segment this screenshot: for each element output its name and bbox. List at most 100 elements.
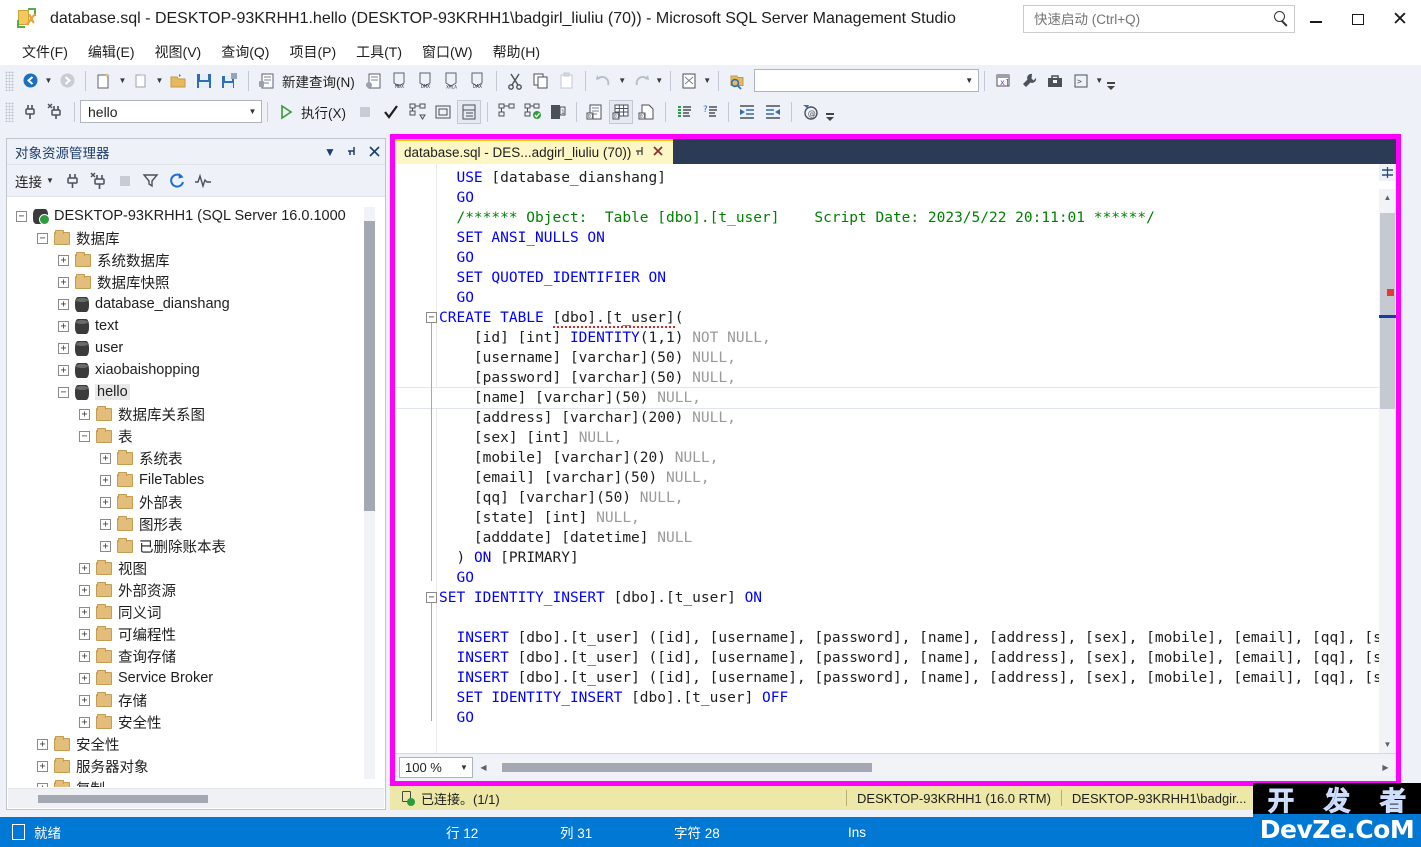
tree-node[interactable]: + 查询存储 xyxy=(8,645,370,667)
tree-node[interactable]: + 可编程性 xyxy=(8,623,370,645)
execute-icon[interactable] xyxy=(274,100,298,124)
editor-split-handle[interactable] xyxy=(1379,164,1396,181)
tree-node[interactable]: + 同义词 xyxy=(8,601,370,623)
include-actual-plan-icon[interactable] xyxy=(457,99,481,124)
code-line[interactable]: ) ON [PRIMARY] xyxy=(395,548,1379,568)
tree-node[interactable]: + 系统表 xyxy=(8,447,370,469)
expand-icon[interactable]: + xyxy=(79,628,90,640)
save-all-icon[interactable] xyxy=(218,69,242,93)
expand-icon[interactable]: + xyxy=(79,606,90,618)
expand-icon[interactable]: + xyxy=(100,474,111,486)
code-editor-area[interactable]: USE [database_dianshang] GO /****** Obje… xyxy=(395,164,1396,781)
xml-editor-icon[interactable]: x] xyxy=(991,69,1015,93)
expand-icon[interactable]: + xyxy=(79,650,90,662)
tree-node[interactable]: + 系统数据库 xyxy=(8,249,370,271)
collapse-icon[interactable]: − xyxy=(58,386,69,398)
code-line[interactable]: [address] [varchar](200) NULL, xyxy=(395,408,1379,428)
editor-horizontal-scrollbar[interactable]: ◀ ▶ xyxy=(475,759,1394,776)
connect-object-explorer-icon[interactable] xyxy=(60,169,86,193)
code-line[interactable]: INSERT [dbo].[t_user] ([id], [username],… xyxy=(395,648,1379,668)
new-analysis-query-icon[interactable] xyxy=(362,69,386,93)
tree-node[interactable]: + user xyxy=(8,337,370,359)
tree-node[interactable]: + 安全性 xyxy=(8,711,370,733)
code-line[interactable]: GO xyxy=(395,708,1379,728)
code-line[interactable]: USE [database_dianshang] xyxy=(395,168,1379,188)
collapse-icon[interactable]: − xyxy=(16,210,27,222)
tree-node[interactable]: + 图形表 xyxy=(8,513,370,535)
find-icon[interactable] xyxy=(725,69,749,93)
menu-item-query[interactable]: 查询(Q) xyxy=(211,40,279,64)
new-item-dropdown-icon[interactable]: ▼ xyxy=(154,69,165,93)
chevron-down-icon[interactable]: ▼ xyxy=(46,176,54,185)
oe-connect-button[interactable]: 连接 ▼ xyxy=(15,171,54,191)
code-line[interactable]: SET ANSI_NULLS ON xyxy=(395,228,1379,248)
chevron-down-icon[interactable]: ▼ xyxy=(456,763,472,772)
new-mdx-query-icon[interactable]: MDX xyxy=(388,69,412,93)
expand-icon[interactable]: + xyxy=(79,562,90,574)
code-line[interactable]: [email] [varchar](50) NULL, xyxy=(395,468,1379,488)
code-scroll-region[interactable]: USE [database_dianshang] GO /****** Obje… xyxy=(395,164,1379,753)
expand-icon[interactable]: + xyxy=(58,298,69,310)
hscroll-track[interactable] xyxy=(492,759,1377,776)
tree-node[interactable]: − 数据库 xyxy=(8,227,370,249)
tree-node[interactable]: + 视图 xyxy=(8,557,370,579)
code-line[interactable] xyxy=(395,608,1379,628)
zoom-combo[interactable]: 100 % ▼ xyxy=(399,757,473,778)
tree-node[interactable]: + 复制 xyxy=(8,777,370,787)
execute-label[interactable]: 执行(X) xyxy=(299,102,352,122)
save-icon[interactable] xyxy=(192,69,216,93)
code-line[interactable]: GO xyxy=(395,188,1379,208)
close-icon[interactable] xyxy=(363,141,385,163)
expand-icon[interactable]: + xyxy=(37,782,48,787)
open-file-icon[interactable] xyxy=(166,69,190,93)
include-client-statistics-icon[interactable] xyxy=(520,100,544,124)
code-line[interactable]: [password] [varchar](50) NULL, xyxy=(395,368,1379,388)
collapse-icon[interactable]: − xyxy=(79,430,90,442)
expand-icon[interactable]: + xyxy=(58,320,69,332)
code-line[interactable]: − CREATE TABLE [dbo].[t_user]( xyxy=(395,308,1379,328)
maximize-button[interactable] xyxy=(1337,0,1379,38)
code-line[interactable]: [name] [varchar](50) NULL, xyxy=(395,387,1379,409)
tree-node[interactable]: + text xyxy=(8,315,370,337)
tree-node[interactable]: + 外部表 xyxy=(8,491,370,513)
menu-item-tools[interactable]: 工具(T) xyxy=(346,40,412,64)
menu-item-help[interactable]: 帮助(H) xyxy=(483,40,550,64)
code-line[interactable]: INSERT [dbo].[t_user] ([id], [username],… xyxy=(395,628,1379,648)
expand-icon[interactable]: + xyxy=(79,694,90,706)
scroll-left-icon[interactable]: ◀ xyxy=(475,759,492,776)
close-icon[interactable] xyxy=(649,145,667,161)
toolbar-overflow-button-2[interactable] xyxy=(823,100,836,124)
expand-icon[interactable]: + xyxy=(37,738,48,750)
results-to-file-icon[interactable]: 01 xyxy=(635,100,659,124)
expand-icon[interactable]: + xyxy=(58,342,69,354)
command-prompt-icon[interactable]: > xyxy=(1069,69,1093,93)
chevron-down-icon[interactable]: ▼ xyxy=(244,107,261,116)
menu-item-window[interactable]: 窗口(W) xyxy=(412,40,483,64)
expand-icon[interactable]: + xyxy=(100,540,111,552)
toolbar-overflow-button[interactable] xyxy=(1105,69,1118,93)
code-line[interactable]: [state] [int] NULL, xyxy=(395,508,1379,528)
tree-node[interactable]: + 数据库关系图 xyxy=(8,403,370,425)
tree-node[interactable]: + xiaobaishopping xyxy=(8,359,370,381)
find-combo[interactable]: ▼ xyxy=(753,69,979,92)
tree-node[interactable]: + 存储 xyxy=(8,689,370,711)
code-line[interactable]: [mobile] [varchar](20) NULL, xyxy=(395,448,1379,468)
expand-icon[interactable]: + xyxy=(100,496,111,508)
code-line[interactable]: SET IDENTITY_INSERT [dbo].[t_user] OFF xyxy=(395,688,1379,708)
toolbar-grip-2[interactable] xyxy=(5,101,14,122)
object-explorer-tree[interactable]: − DESKTOP-93KRHH1 (SQL Server 16.0.1000− 数… xyxy=(8,199,370,787)
tree-node[interactable]: − hello xyxy=(8,381,370,403)
oe-details-dropdown-icon[interactable]: ▼ xyxy=(702,69,713,93)
code-line[interactable]: /****** Object: Table [dbo].[t_user] Scr… xyxy=(395,208,1379,228)
editor-tab-database-sql[interactable]: database.sql - DES...adgirl_liuliu (70)) xyxy=(395,139,674,164)
search-icon[interactable] xyxy=(1272,10,1290,28)
results-to-grid-icon[interactable]: 01 xyxy=(609,99,633,124)
disconnect-icon[interactable] xyxy=(44,100,68,124)
tree-node[interactable]: − 表 xyxy=(8,425,370,447)
cut-icon[interactable] xyxy=(503,69,527,93)
disconnect-object-explorer-icon[interactable] xyxy=(86,169,112,193)
oe-horizontal-scrollbar[interactable] xyxy=(8,788,384,808)
expand-icon[interactable]: + xyxy=(100,518,111,530)
uncomment-lines-icon[interactable]: ? xyxy=(698,100,722,124)
tree-node[interactable]: + 安全性 xyxy=(8,733,370,755)
